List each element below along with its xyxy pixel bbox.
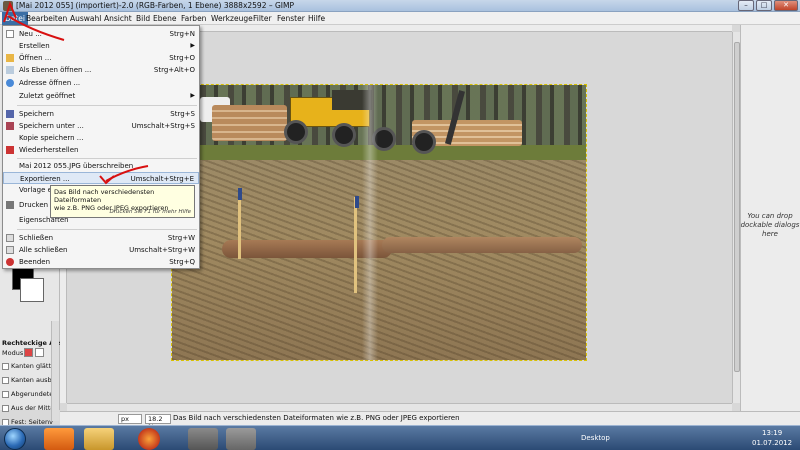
clock-time[interactable]: 13:19 [762,429,782,437]
photo-stake [354,197,357,293]
menu-item-create[interactable]: Erstellen ▶ [3,40,199,52]
menu-auswahl[interactable]: Auswahl [70,14,101,23]
mode-label: Modus: [2,349,26,357]
gimp-app-icon [3,1,13,11]
dock-drop-hint: You can drop dockable dialogs here [740,212,800,238]
option-feather[interactable]: Kanten ausbl [2,376,53,384]
menu-item-open[interactable]: Öffnen ... Strg+O [3,52,199,64]
maximize-button[interactable]: □ [756,0,772,11]
save-as-icon [6,122,14,130]
photo-ground-texture [172,160,586,360]
taskbar: Desktop 13:19 01.07.2012 [0,425,800,450]
option-from-center[interactable]: Aus der Mitte [2,404,54,412]
menu-werkzeuge[interactable]: Werkzeuge [211,14,253,23]
print-icon [6,201,14,209]
menu-item-open-location[interactable]: Adresse öffnen ... [3,77,199,89]
menu-item-overwrite[interactable]: Mai 2012 055.JPG überschreiben [3,160,199,172]
save-icon [6,110,14,118]
photo-log [382,237,582,253]
minimize-button[interactable]: – [738,0,754,11]
photo-log-pile [212,105,287,141]
zoom-select[interactable]: 18.2 % [145,414,171,431]
window-title: [Mai 2012 055] (importiert)-2.0 (RGB-Far… [16,1,295,10]
menu-ebene[interactable]: Ebene [153,14,176,23]
menu-filter[interactable]: Filter [253,14,272,23]
menu-separator [17,229,197,230]
photo-wheel [332,123,356,147]
firefox-icon[interactable] [138,428,160,450]
gimp-icon[interactable] [188,428,218,450]
menu-bearbeiten[interactable]: Bearbeiten [26,14,67,23]
layers-icon [6,66,14,74]
menu-item-revert[interactable]: Wiederherstellen [3,144,199,156]
tool-options-scrollbar[interactable] [51,321,59,421]
desktop-toolbar-label[interactable]: Desktop [581,434,610,442]
menu-bar: Datei Bearbeiten Auswahl Ansicht Bild Eb… [0,12,800,25]
menu-ansicht[interactable]: Ansicht [104,14,132,23]
close-icon [6,234,14,242]
canvas-horizontal-scrollbar[interactable] [67,403,732,411]
clock-date[interactable]: 01.07.2012 [752,439,792,447]
option-antialias[interactable]: Kanten glätte [2,362,55,370]
menu-item-open-as-layers[interactable]: Als Ebenen öffnen ... Strg+Alt+O [3,64,199,76]
menu-hilfe[interactable]: Hilfe [308,14,325,23]
menu-separator [17,105,197,106]
status-bar: px 18.2 % Das Bild nach verschiedensten … [60,411,800,431]
windows-start-icon[interactable] [4,428,26,450]
menu-item-save-as[interactable]: Speichern unter ... Umschalt+Strg+S [3,120,199,132]
image-canvas[interactable] [171,84,587,361]
media-player-icon[interactable] [44,428,74,450]
window-controls: – □ ✕ [738,0,798,11]
new-icon [6,30,14,38]
menu-datei[interactable]: Datei [2,12,29,25]
menu-item-new[interactable]: Neu ... Strg+N [3,28,199,40]
unit-select[interactable]: px [118,414,142,424]
menu-item-save[interactable]: Speichern Strg+S [3,108,199,120]
open-folder-icon [6,54,14,62]
globe-icon [6,79,14,87]
revert-icon [6,146,14,154]
menu-fenster[interactable]: Fenster [277,14,305,23]
menu-item-save-copy[interactable]: Kopie speichern ... [3,132,199,144]
background-color[interactable] [20,278,44,302]
menu-item-close-all[interactable]: Alle schließen Umschalt+Strg+W [3,244,199,256]
gimp-image-icon[interactable] [226,428,256,450]
submenu-arrow-icon: ▶ [190,92,195,99]
close-all-icon [6,246,14,254]
mode-replace-button[interactable] [24,348,33,357]
status-message: Das Bild nach verschiedensten Dateiforma… [173,414,460,422]
tooltip-hint: Drücken Sie F1 für mehr Hilfe [109,209,191,215]
photo-wheel [412,130,436,154]
photo-stake-cap [355,196,359,208]
canvas-vertical-scrollbar[interactable] [732,32,740,403]
photo-stake-cap [238,188,242,200]
menu-item-export[interactable]: Exportieren ... Umschalt+Strg+E [3,172,199,184]
file-menu: Neu ... Strg+N Erstellen ▶ Öffnen ... Strg+… [2,25,200,269]
menu-item-recent[interactable]: Zuletzt geöffnet ▶ [3,90,199,102]
explorer-icon[interactable] [84,428,114,450]
title-bar: [Mai 2012 055] (importiert)-2.0 (RGB-Far… [0,0,800,12]
mode-add-button[interactable] [35,348,44,357]
option-rounded[interactable]: Abgerundete [2,390,53,398]
menu-bild[interactable]: Bild [136,14,150,23]
menu-separator [17,158,197,159]
submenu-arrow-icon: ▶ [190,42,195,49]
tooltip-line-1: Das Bild nach verschiedensten Dateiforma… [54,188,155,204]
photo-glare [362,85,378,360]
menu-item-close[interactable]: Schließen Strg+W [3,232,199,244]
export-tooltip: Das Bild nach verschiedensten Dateiforma… [50,185,195,218]
quit-icon [6,258,14,266]
menu-farben[interactable]: Farben [181,14,206,23]
menu-item-quit[interactable]: Beenden Strg+Q [3,256,199,268]
photo-wheel [284,120,308,144]
close-button[interactable]: ✕ [774,0,798,11]
